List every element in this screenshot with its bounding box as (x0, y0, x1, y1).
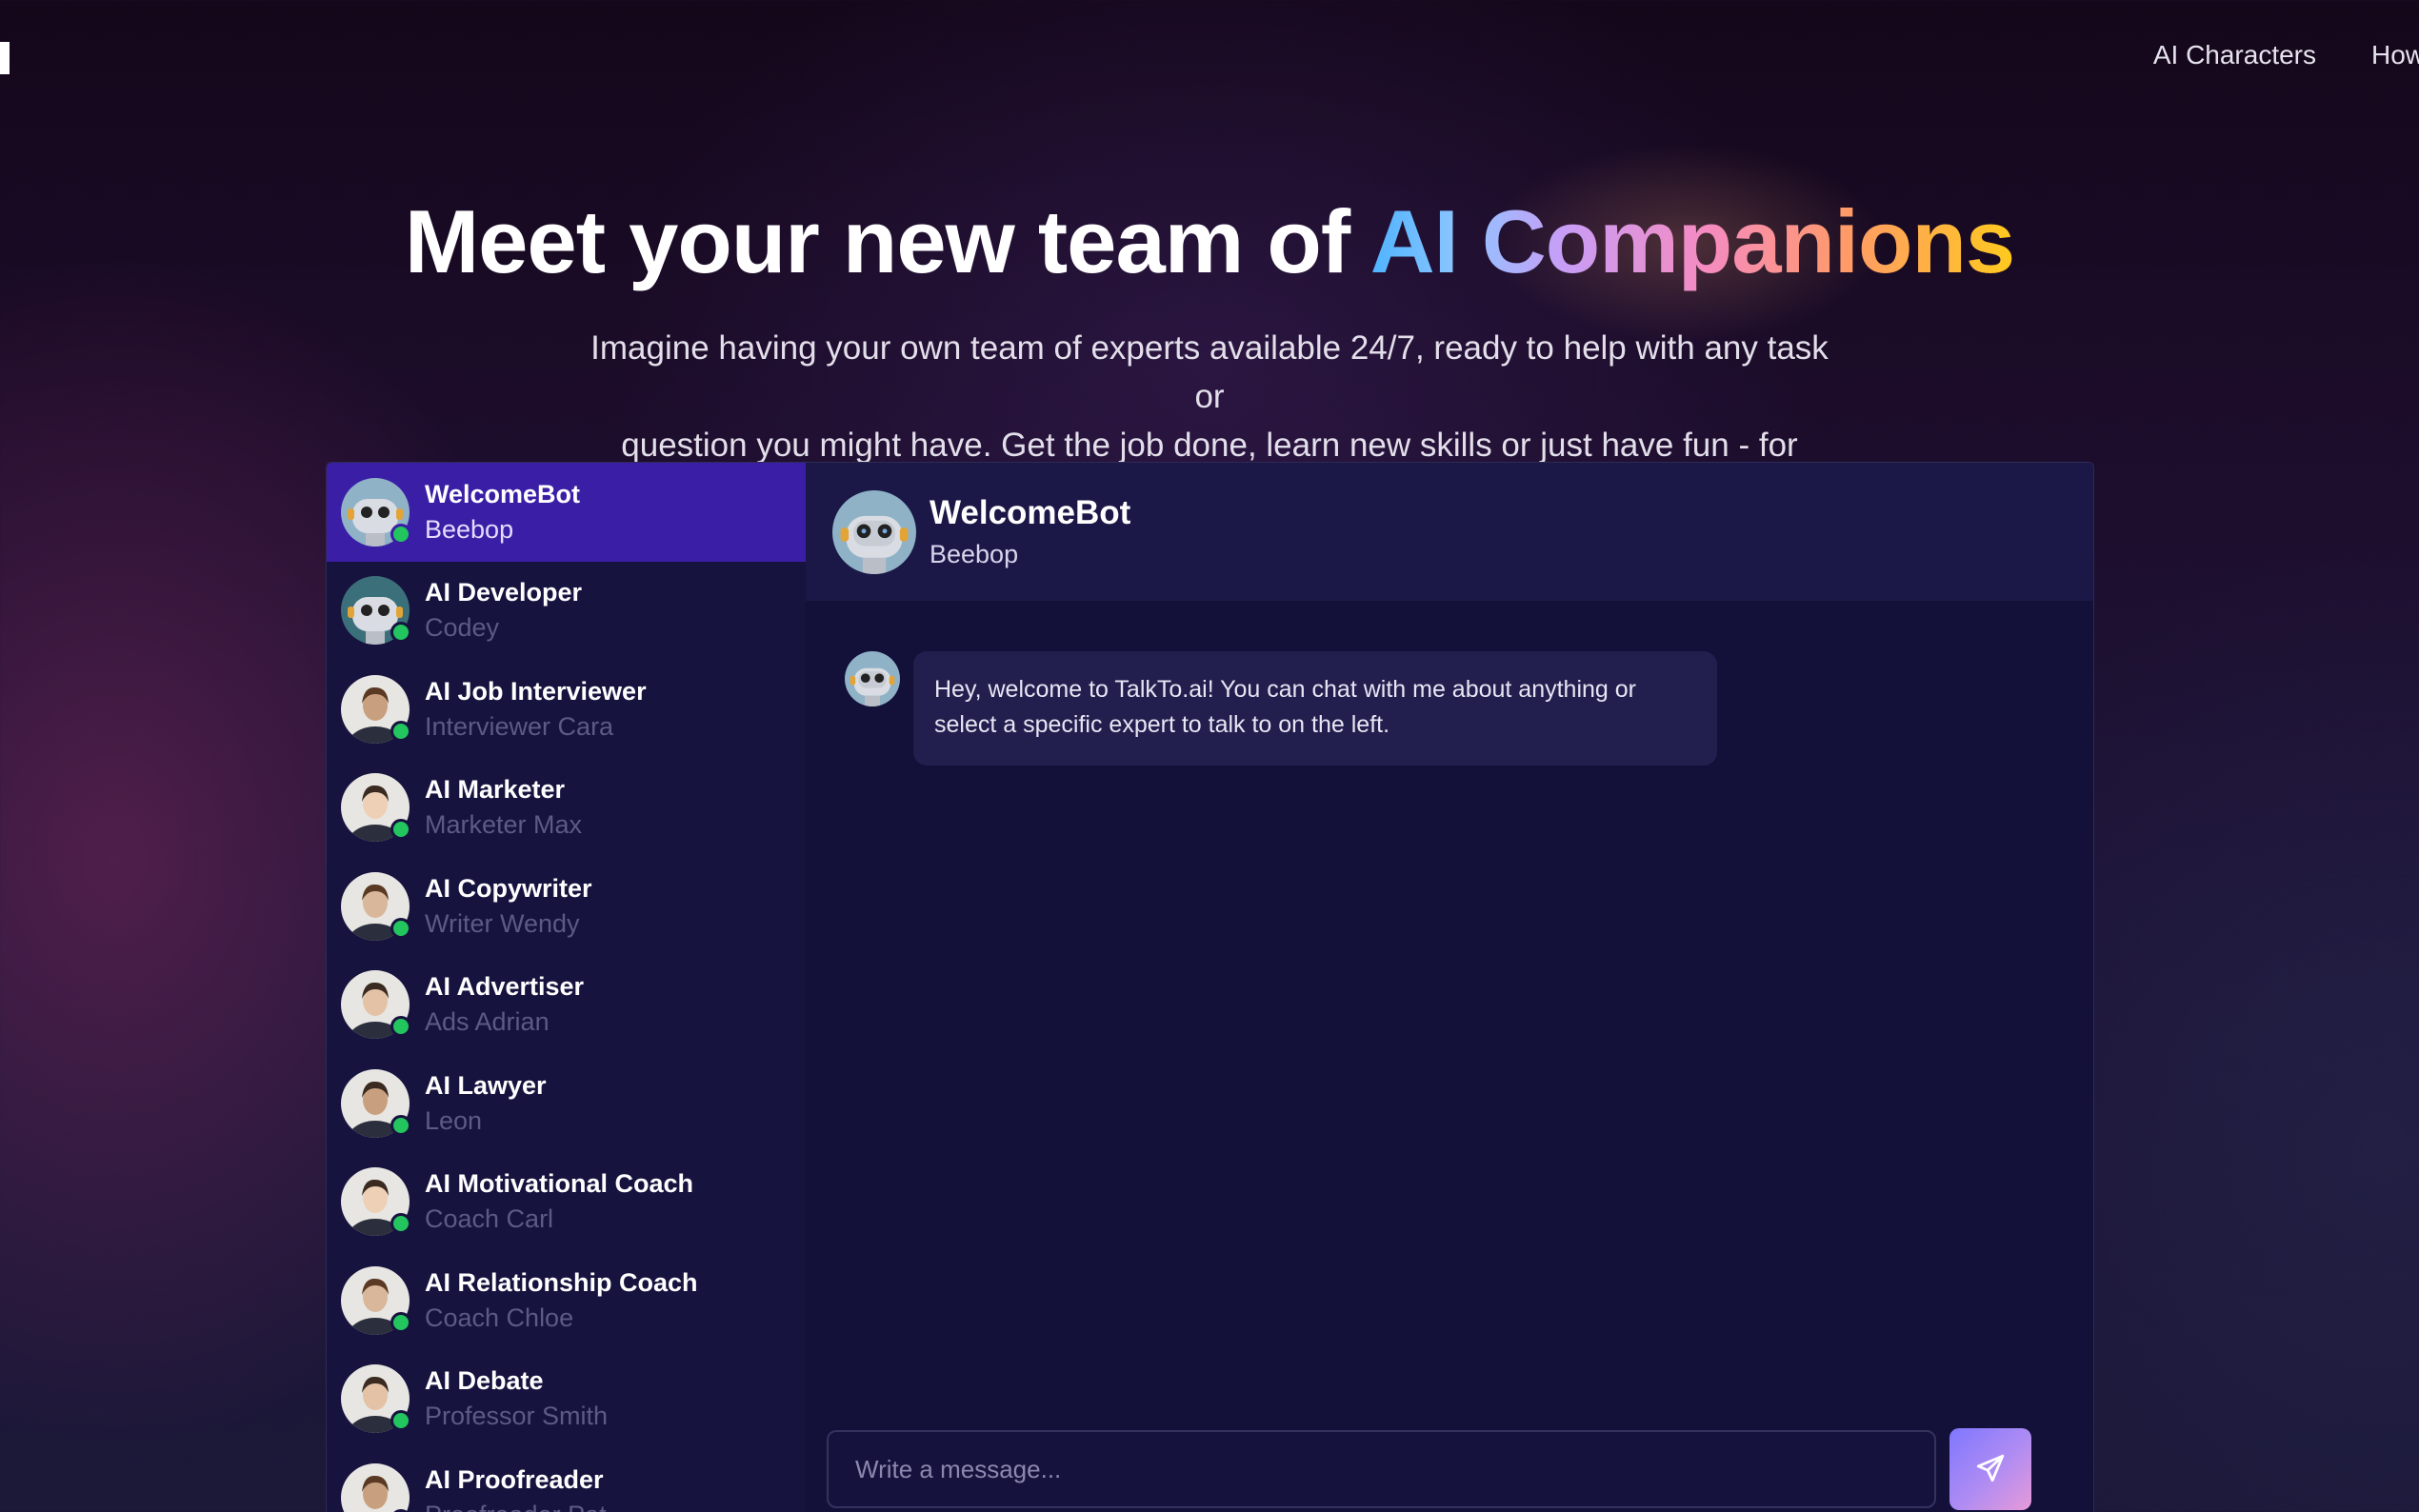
avatar (341, 1265, 411, 1335)
character-title: AI Debate (425, 1366, 544, 1396)
message-bubble: Hey, welcome to TalkTo.ai! You can chat … (913, 651, 1717, 766)
avatar (341, 1462, 411, 1512)
online-status-dot (390, 720, 411, 742)
send-button[interactable] (1949, 1428, 2031, 1510)
message-row: Hey, welcome to TalkTo.ai! You can chat … (845, 651, 1717, 766)
avatar (341, 477, 411, 547)
page-title: Meet your new team of AI Companions (404, 191, 2015, 291)
chat-header-subtitle: Beebop (930, 540, 1019, 568)
character-title: AI Developer (425, 578, 583, 607)
character-item[interactable]: AI Job Interviewer Interviewer Cara (327, 660, 806, 759)
character-title: AI Advertiser (425, 972, 585, 1002)
character-item[interactable]: AI Relationship Coach Coach Chloe (327, 1251, 806, 1350)
online-status-dot (390, 1016, 411, 1038)
avatar (341, 674, 411, 744)
character-name: Coach Chloe (425, 1303, 574, 1332)
online-status-dot (390, 1114, 411, 1136)
character-item[interactable]: WelcomeBot Beebop (327, 463, 806, 562)
online-status-dot (390, 917, 411, 939)
character-title: AI Job Interviewer (425, 676, 647, 706)
logo-mark[interactable] (0, 42, 10, 74)
message-input[interactable] (827, 1430, 1936, 1508)
nav-link-ai-characters[interactable]: AI Characters (2153, 40, 2316, 70)
character-title: AI Proofreader (425, 1464, 604, 1494)
chat-widget: WelcomeBot Beebop AI Developer Codey AI Job … (326, 462, 2094, 1512)
character-name: Marketer Max (425, 810, 583, 840)
character-item[interactable]: AI Copywriter Writer Wendy (327, 857, 806, 956)
avatar (341, 773, 411, 843)
online-status-dot (390, 1311, 411, 1333)
character-title: AI Motivational Coach (425, 1169, 694, 1199)
character-name: Interviewer Cara (425, 711, 614, 741)
character-name: Coach Carl (425, 1204, 554, 1234)
robot-avatar-icon (845, 651, 900, 706)
character-title: AI Marketer (425, 775, 566, 805)
online-status-dot (390, 1410, 411, 1432)
top-nav: AI Characters How (2153, 40, 2419, 70)
chat-header-title: WelcomeBot (930, 494, 1131, 531)
character-name: Ads Adrian (425, 1007, 550, 1037)
chat-panel: WelcomeBot Beebop Hey, welcome to TalkTo… (806, 463, 2093, 1512)
message-composer (827, 1428, 2031, 1510)
character-item[interactable]: AI Lawyer Leon (327, 1054, 806, 1153)
character-item[interactable]: AI Debate Professor Smith (327, 1350, 806, 1449)
character-name: Codey (425, 613, 500, 643)
character-item[interactable]: AI Marketer Marketer Max (327, 759, 806, 858)
avatar (341, 576, 411, 646)
character-name: Leon (425, 1105, 483, 1135)
online-status-dot (390, 819, 411, 841)
character-title: AI Relationship Coach (425, 1267, 698, 1297)
online-status-dot (390, 523, 411, 545)
avatar (341, 1068, 411, 1138)
woman-avatar-icon (341, 1462, 410, 1512)
character-title: AI Copywriter (425, 873, 592, 903)
character-title: WelcomeBot (425, 479, 581, 508)
robot-avatar-icon (832, 489, 916, 574)
character-name: Beebop (425, 514, 514, 544)
character-name: Professor Smith (425, 1402, 609, 1431)
avatar (341, 1167, 411, 1237)
character-item[interactable]: AI Advertiser Ads Adrian (327, 956, 806, 1055)
character-item[interactable]: AI Developer Codey (327, 562, 806, 661)
avatar (341, 1364, 411, 1434)
title-highlight: AI Companions (1369, 191, 2015, 291)
avatar (341, 871, 411, 941)
character-title: AI Lawyer (425, 1070, 547, 1100)
chat-header: WelcomeBot Beebop (806, 463, 2093, 601)
avatar (341, 970, 411, 1040)
send-icon (1974, 1452, 2007, 1487)
character-name: Proofreader Pat (425, 1501, 607, 1512)
nav-link-how[interactable]: How (2371, 40, 2419, 70)
online-status-dot (390, 1213, 411, 1235)
character-item[interactable]: AI Motivational Coach Coach Carl (327, 1153, 806, 1252)
character-name: Writer Wendy (425, 908, 580, 938)
character-item[interactable]: AI Proofreader Proofreader Pat (327, 1448, 806, 1512)
character-list: WelcomeBot Beebop AI Developer Codey AI Job … (327, 463, 806, 1512)
online-status-dot (390, 622, 411, 644)
